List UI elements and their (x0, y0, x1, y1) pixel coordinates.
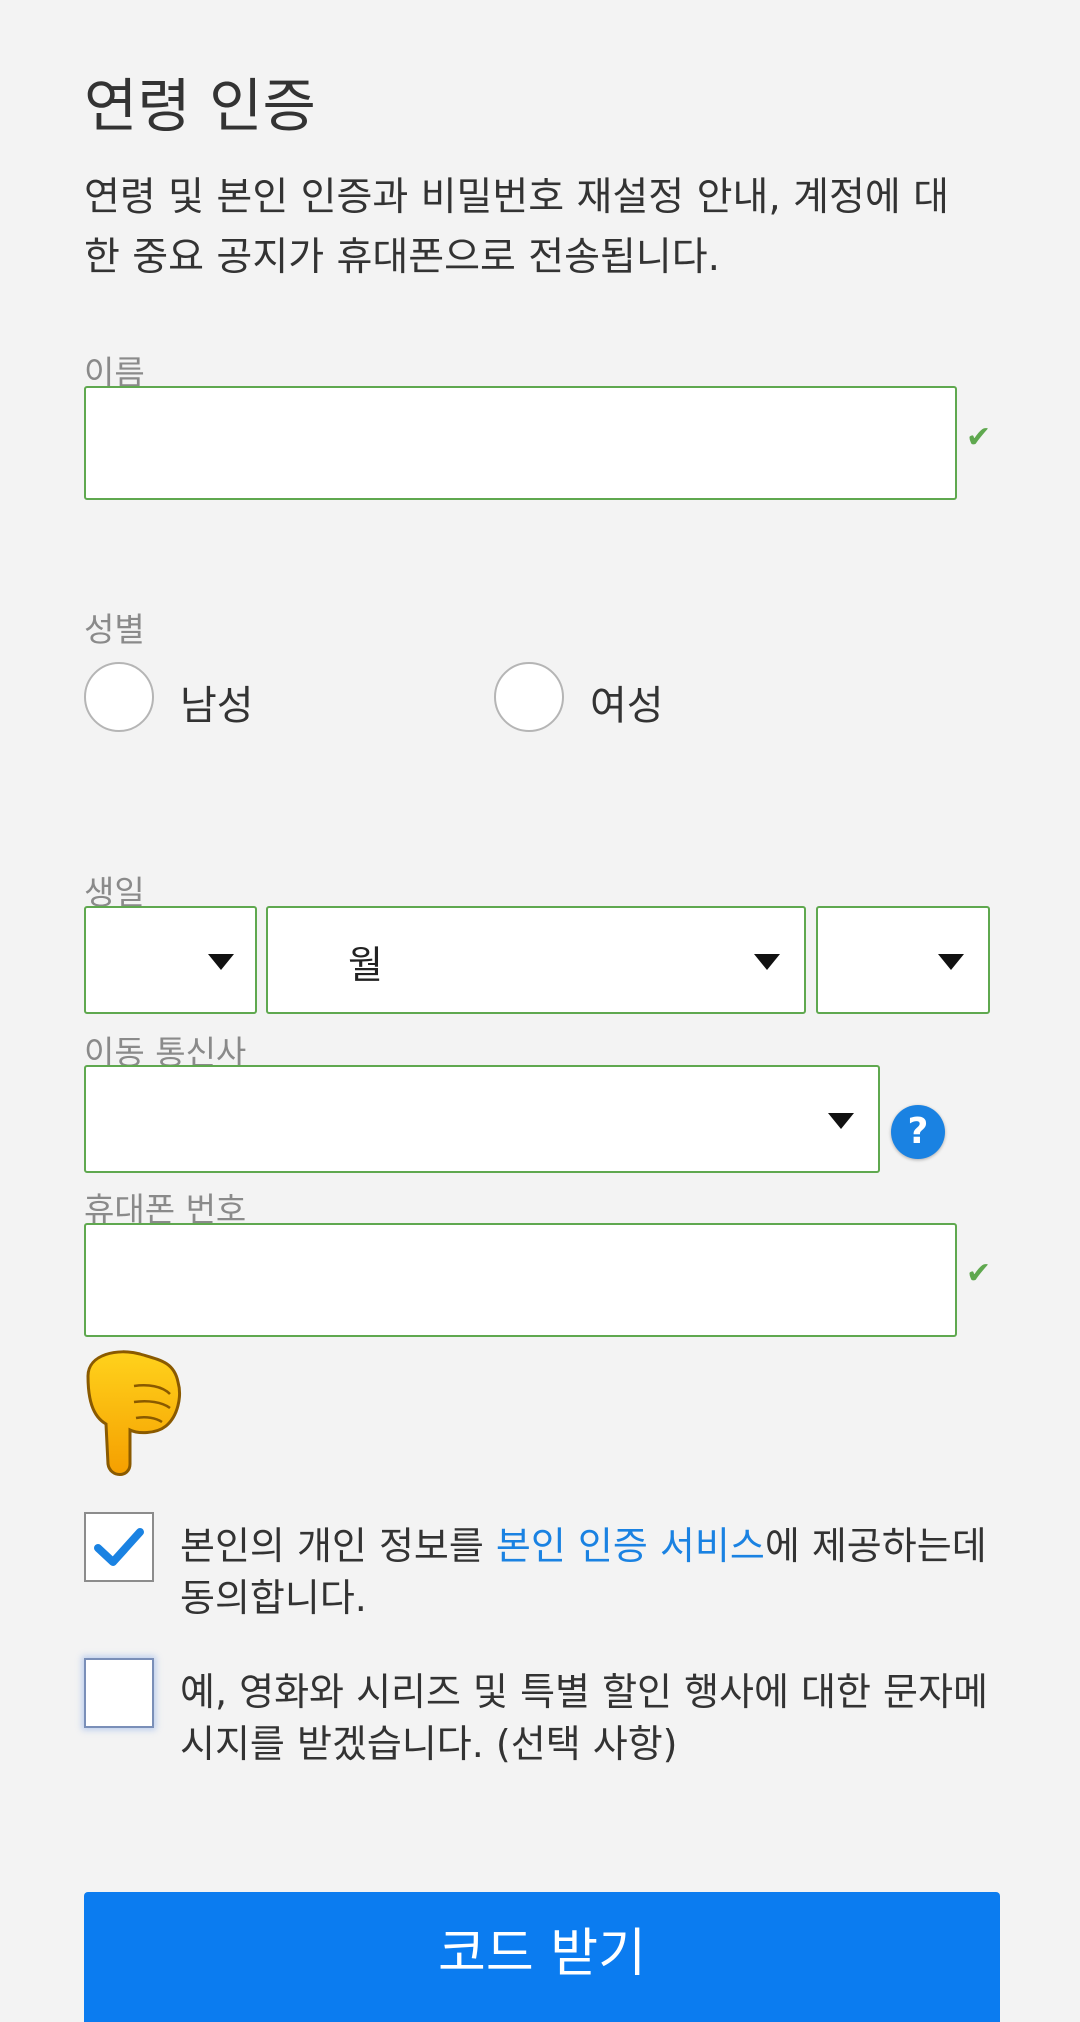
page-description: 연령 및 본인 인증과 비밀번호 재설정 안내, 계정에 대한 중요 공지가 휴… (84, 175, 950, 280)
carrier-select[interactable] (84, 1065, 880, 1173)
get-code-button[interactable]: 코드 받기 (84, 1892, 1000, 2022)
gender-female-label[interactable]: 여성 (590, 673, 664, 731)
age-verification-page: 연령 인증 연령 및 본인 인증과 비밀번호 재설정 안내, 계정에 대한 중요… (0, 0, 1080, 2022)
identity-consent-text-before: 본인의 개인 정보를 (180, 1524, 496, 1568)
caret-down-icon (938, 954, 964, 970)
caret-down-icon (208, 954, 234, 970)
birth-year-select[interactable] (84, 906, 257, 1014)
page-title: 연령 인증 (84, 72, 316, 140)
checkmark-icon (94, 1528, 144, 1566)
phone-valid-check-icon: ✔ (966, 1256, 992, 1291)
identity-consent-checkbox[interactable] (84, 1512, 154, 1582)
pointing-down-hand-icon (86, 1350, 181, 1476)
gender-female-radio[interactable] (494, 662, 564, 732)
birth-month-value: 월 (348, 943, 383, 987)
name-input[interactable] (84, 386, 957, 500)
carrier-help-question-icon[interactable]: ? (891, 1105, 945, 1159)
sms-consent-checkbox[interactable] (84, 1658, 154, 1728)
birth-month-select[interactable]: 월 (266, 906, 806, 1014)
caret-down-icon (754, 954, 780, 970)
caret-down-icon (828, 1113, 854, 1129)
identity-service-link[interactable]: 본인 인증 서비스 (496, 1524, 765, 1568)
gender-male-radio[interactable] (84, 662, 154, 732)
gender-male-label[interactable]: 남성 (180, 673, 254, 731)
gender-label: 성별 (84, 610, 145, 649)
name-valid-check-icon: ✔ (966, 420, 992, 455)
birth-day-select[interactable] (816, 906, 990, 1014)
identity-consent-text: 본인의 개인 정보를 본인 인증 서비스에 제공하는데 동의합니다. (180, 1520, 1000, 1624)
sms-consent-text: 예, 영화와 시리즈 및 특별 할인 행사에 대한 문자메시지를 받겠습니다. … (180, 1670, 988, 1766)
phone-input[interactable] (84, 1223, 957, 1337)
